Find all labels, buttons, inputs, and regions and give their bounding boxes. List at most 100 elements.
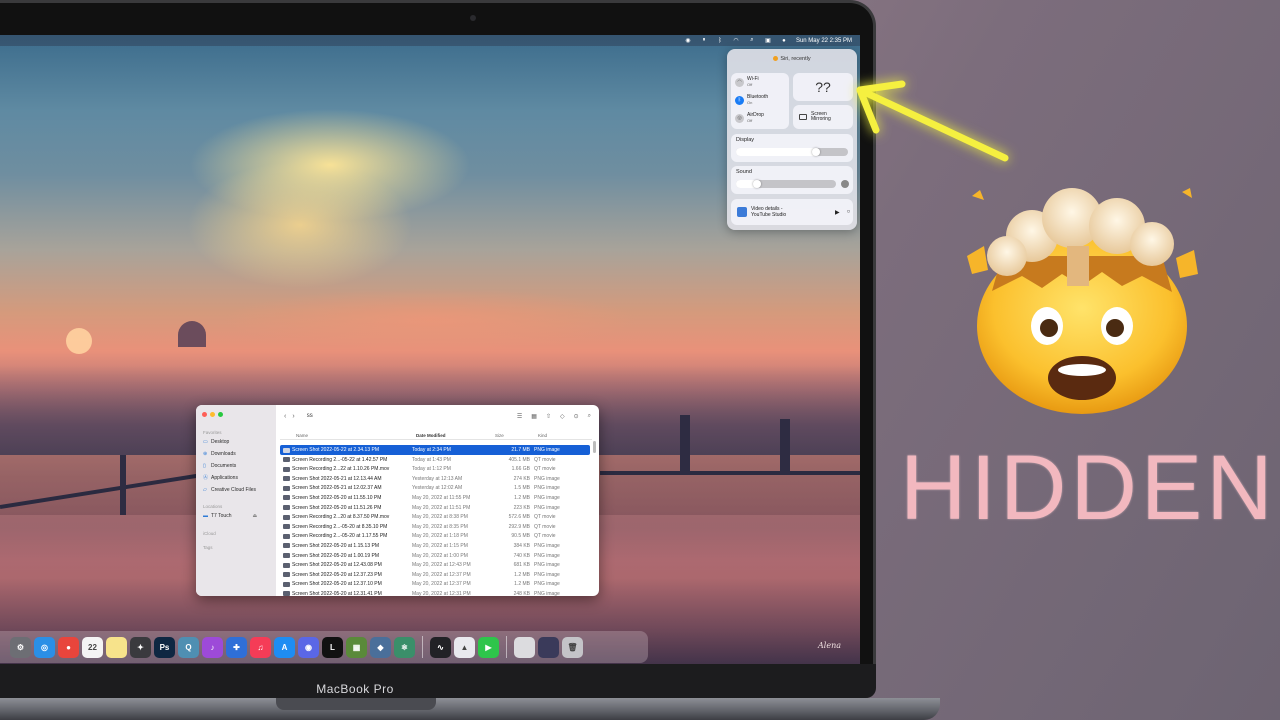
file-size: 405.1 MB — [508, 456, 530, 463]
table-row[interactable]: Screen Shot 2022-05-20 at 12.43.08 PM May… — [280, 560, 590, 570]
tag-icon[interactable]: ◇ — [560, 413, 565, 420]
sidebar-item-creative-cloud[interactable]: ▱ Creative Cloud Files — [203, 487, 256, 493]
table-row[interactable]: Screen Shot 2022-05-20 at 11.55.10 PM May… — [280, 493, 590, 503]
trash-icon[interactable]: 🗑 — [562, 636, 583, 658]
zoom-window-button[interactable] — [218, 412, 223, 417]
play-icon[interactable]: ▶ — [835, 209, 840, 216]
group-icon[interactable]: ▦ — [531, 413, 537, 420]
sidebar-item-applications[interactable]: Ⓐ Applications — [203, 475, 238, 481]
eye-icon[interactable]: ◉ — [684, 38, 692, 44]
file-name: Screen Shot 2022-05-20 at 1.00.19 PM — [292, 552, 380, 559]
safari-icon[interactable]: ◎ — [34, 636, 55, 658]
table-row[interactable]: Screen Recording 2...-05-22 at 1.42.57 P… — [280, 455, 590, 465]
table-row[interactable]: Screen Recording 2...20 at 8.37.50 PM.mo… — [280, 512, 590, 522]
layers-app-icon[interactable]: ◆ — [370, 636, 391, 658]
now-playing-tile[interactable]: Video details - YouTube Studio ▶ ○ — [731, 199, 853, 225]
share-icon[interactable]: ⇧ — [546, 413, 551, 420]
network-app-icon[interactable]: ✚ — [226, 636, 247, 658]
table-row[interactable]: Screen Shot 2022-05-22 at 2.34.13 PM Toda… — [280, 445, 590, 455]
final-cut-icon[interactable]: ✦ — [130, 636, 151, 658]
more-actions-icon[interactable]: ⊙ — [574, 413, 579, 420]
file-date: May 20, 2022 at 1:00 PM — [412, 552, 468, 559]
wallpaper-bridge-tower — [680, 415, 690, 475]
facetime-icon[interactable]: ▶ — [478, 636, 499, 658]
file-thumbnail-icon — [283, 466, 290, 472]
sidebar-item-label: Applications — [211, 475, 238, 481]
table-row[interactable]: Screen Shot 2022-05-20 at 12.31.41 PM May… — [280, 589, 590, 596]
column-date-modified[interactable]: Date Modified — [416, 433, 446, 438]
back-icon[interactable]: ‹ — [284, 413, 286, 420]
file-thumbnail-icon — [283, 553, 290, 559]
cursor-app-icon[interactable]: L — [322, 636, 343, 658]
downloads-icon: ⊕ — [203, 450, 208, 457]
search-icon[interactable]: ⌕ — [748, 37, 756, 44]
minimize-window-button[interactable] — [210, 412, 215, 417]
screen-mirroring-line2: Mirroring — [811, 116, 831, 122]
airdrop-toggle[interactable]: ◎ AirDrop Off — [735, 113, 764, 123]
list-view-icon[interactable]: ☰ — [517, 413, 522, 420]
file-kind: QT movie — [534, 514, 556, 521]
sidebar-item-t7-touch[interactable]: ▬ T7 Touch ⏏ — [203, 513, 257, 519]
calendar-icon[interactable]: 22 — [82, 636, 103, 658]
search-icon[interactable]: ⌕ — [588, 413, 591, 420]
airplay-audio-icon[interactable] — [841, 180, 849, 188]
pause-icon[interactable]: ⏸ — [700, 37, 708, 44]
file-name: Screen Recording 2...22 at 1.10.26 PM.mo… — [292, 466, 390, 473]
column-size[interactable]: Size — [495, 433, 504, 438]
discord-icon[interactable]: ◉ — [298, 636, 319, 658]
file-name: Screen Recording 2...-05-20 at 1.17.55 P… — [292, 533, 388, 540]
atom-app-icon[interactable]: ⚛ — [394, 636, 415, 658]
sidebar-item-label: Desktop — [211, 439, 230, 445]
file-name: Screen Shot 2022-05-20 at 12.37.10 PM — [292, 581, 382, 588]
wifi-icon[interactable]: ◠ — [732, 38, 740, 44]
table-row[interactable]: Screen Shot 2022-05-21 at 12.13.44 AM Yes… — [280, 474, 590, 484]
recent-files-icon[interactable] — [514, 636, 535, 658]
file-name: Screen Shot 2022-05-22 at 2.34.13 PM — [292, 447, 380, 453]
table-row[interactable]: Screen Shot 2022-05-20 at 1.00.19 PM May … — [280, 551, 590, 561]
audio-app-icon[interactable]: ♪ — [202, 636, 223, 658]
recent-window-icon[interactable] — [538, 636, 559, 658]
preview-icon[interactable]: ▲ — [454, 636, 475, 658]
table-row[interactable]: Screen Recording 2...22 at 1.10.26 PM.mo… — [280, 464, 590, 474]
table-row[interactable]: Screen Shot 2022-05-20 at 12.37.23 PM May… — [280, 570, 590, 580]
sidebar-item-desktop[interactable]: ▭ Desktop — [203, 439, 229, 445]
file-thumbnail-icon — [283, 524, 290, 530]
forward-icon[interactable]: › — [292, 413, 294, 420]
table-row[interactable]: Screen Shot 2022-05-20 at 11.51.26 PM May… — [280, 503, 590, 513]
table-row[interactable]: Screen Recording 2...-05-20 at 1.17.55 P… — [280, 531, 590, 541]
file-size: 740 KB — [513, 552, 530, 559]
display-slider-knob[interactable] — [812, 148, 820, 156]
airdrop-state: Off — [747, 118, 753, 123]
quicktime-icon[interactable]: Q — [178, 636, 199, 658]
minecraft-icon[interactable]: ▦ — [346, 636, 367, 658]
system-preferences-icon[interactable]: ⚙ — [10, 636, 31, 658]
bluetooth-toggle[interactable]: ᛒ Bluetooth On — [735, 95, 768, 105]
eject-icon[interactable]: ⏏ — [252, 513, 257, 519]
activity-monitor-icon[interactable]: ∿ — [430, 636, 451, 658]
table-row[interactable]: Screen Shot 2022-05-20 at 1.15.13 PM May … — [280, 541, 590, 551]
close-window-button[interactable] — [202, 412, 207, 417]
notes-icon[interactable] — [106, 636, 127, 658]
wifi-toggle[interactable]: ◠ Wi-Fi Off — [735, 77, 759, 87]
photoshop-icon[interactable]: Ps — [154, 636, 175, 658]
siri-icon[interactable]: ● — [780, 38, 788, 44]
table-row[interactable]: Screen Shot 2022-05-21 at 12.02.37 AM Yes… — [280, 483, 590, 493]
music-icon[interactable]: ♫ — [250, 636, 271, 658]
table-row[interactable]: Screen Shot 2022-05-20 at 12.37.10 PM May… — [280, 579, 590, 589]
control-center-icon[interactable]: ▣ — [764, 38, 772, 44]
sidebar-item-downloads[interactable]: ⊕ Downloads — [203, 451, 236, 457]
table-row[interactable]: Screen Recording 2...-05-20 at 8.35.10 P… — [280, 522, 590, 532]
display-slider[interactable] — [736, 148, 848, 156]
column-kind[interactable]: Kind — [538, 433, 547, 438]
next-track-icon[interactable]: ○ — [847, 209, 851, 215]
sound-slider-knob[interactable] — [753, 180, 761, 188]
control-center-panel: Siri, recently ◠ Wi-Fi Off ᛒ Bluetooth On … — [727, 49, 857, 230]
scrollbar[interactable] — [593, 441, 596, 453]
column-name[interactable]: Name — [296, 433, 308, 438]
sound-slider[interactable] — [736, 180, 836, 188]
bluetooth-icon[interactable]: ᛒ — [716, 38, 724, 44]
app-store-icon[interactable]: A — [274, 636, 295, 658]
menu-clock[interactable]: Sun May 22 2:35 PM — [796, 38, 852, 44]
chrome-icon[interactable]: ● — [58, 636, 79, 658]
sidebar-item-documents[interactable]: ▯ Documents — [203, 463, 236, 469]
